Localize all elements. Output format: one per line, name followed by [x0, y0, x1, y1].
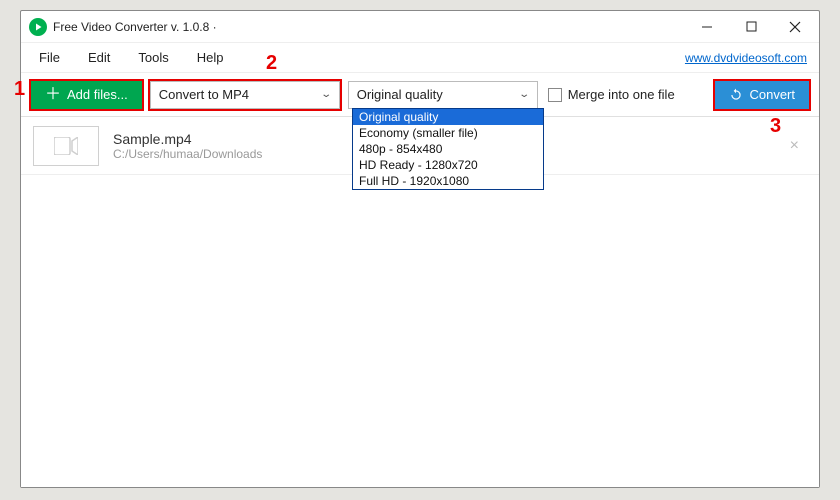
quality-option[interactable]: Original quality [353, 109, 543, 125]
merge-checkbox[interactable]: Merge into one file [548, 87, 675, 102]
checkbox-box-icon [548, 88, 562, 102]
add-files-button[interactable]: ＋ Add files... [31, 81, 142, 109]
file-path: C:/Users/humaa/Downloads [113, 147, 262, 161]
quality-option[interactable]: HD Ready - 1280x720 [353, 157, 543, 173]
quality-option[interactable]: Full HD - 1920x1080 [353, 173, 543, 189]
minimize-button[interactable] [685, 12, 729, 42]
menubar: File Edit Tools Help www.dvdvideosoft.co… [21, 43, 819, 73]
format-selected-label: Convert to MP4 [159, 87, 323, 102]
quality-option[interactable]: 480p - 854x480 [353, 141, 543, 157]
convert-button[interactable]: Convert [715, 81, 809, 109]
menu-help[interactable]: Help [183, 46, 238, 69]
file-info: Sample.mp4 C:/Users/humaa/Downloads [113, 131, 262, 161]
close-button[interactable] [773, 12, 817, 42]
refresh-icon [729, 88, 743, 102]
convert-label: Convert [749, 87, 795, 102]
titlebar: Free Video Converter v. 1.0.8 · [21, 11, 819, 43]
window-controls [685, 12, 817, 42]
quality-dropdown[interactable]: Original quality ⌄ [348, 81, 538, 109]
menu-tools[interactable]: Tools [124, 46, 182, 69]
quality-option[interactable]: Economy (smaller file) [353, 125, 543, 141]
window-title: Free Video Converter v. 1.0.8 · [53, 20, 217, 34]
app-logo-icon [29, 18, 47, 36]
chevron-down-icon: ⌄ [519, 89, 531, 100]
chevron-down-icon: ⌄ [321, 89, 333, 100]
add-files-label: Add files... [67, 87, 128, 102]
maximize-button[interactable] [729, 12, 773, 42]
menu-edit[interactable]: Edit [74, 46, 124, 69]
plus-icon: ＋ [45, 87, 61, 103]
brand-link[interactable]: www.dvdvideosoft.com [685, 51, 807, 65]
menu-file[interactable]: File [25, 46, 74, 69]
quality-selected-label: Original quality [357, 87, 521, 102]
remove-file-button[interactable]: × [782, 133, 807, 159]
app-window: Free Video Converter v. 1.0.8 · File Edi… [20, 10, 820, 488]
merge-label: Merge into one file [568, 87, 675, 102]
quality-dropdown-list[interactable]: Original quality Economy (smaller file) … [352, 108, 544, 190]
file-name: Sample.mp4 [113, 131, 262, 147]
format-dropdown[interactable]: Convert to MP4 ⌄ [150, 81, 340, 109]
video-thumbnail-icon [33, 126, 99, 166]
